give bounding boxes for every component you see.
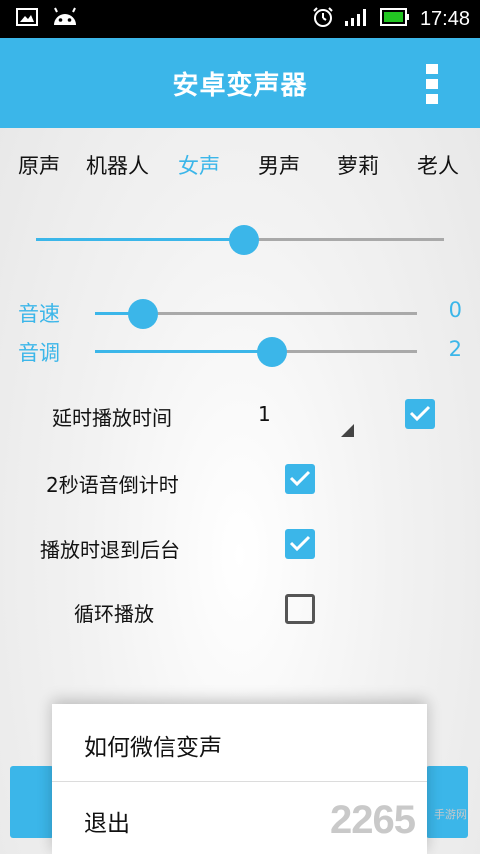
delay-label: 延时播放时间 (52, 406, 172, 430)
delay-checkbox[interactable] (405, 399, 435, 429)
image-notification-icon (16, 8, 38, 30)
countdown-label: 2秒语音倒计时 (46, 473, 179, 497)
clock: 17:48 (419, 7, 470, 30)
voice-slider[interactable] (36, 225, 444, 255)
background-checkbox[interactable] (285, 529, 315, 559)
menu-divider (52, 781, 427, 782)
background-label: 播放时退到后台 (40, 538, 180, 562)
tab-robot[interactable]: 机器人 (86, 150, 149, 180)
watermark-sub: 手游网 (434, 808, 467, 821)
battery-icon (379, 8, 410, 30)
loop-checkbox[interactable] (285, 594, 315, 624)
tab-elder[interactable]: 老人 (417, 150, 459, 180)
tab-loli[interactable]: 萝莉 (337, 150, 379, 180)
overflow-menu-icon[interactable] (426, 64, 440, 104)
app-bar: 安卓变声器 (0, 38, 480, 128)
tab-male[interactable]: 男声 (258, 150, 300, 180)
check-icon (289, 535, 311, 552)
alarm-icon (312, 6, 334, 32)
pitch-value: 2 (448, 337, 462, 361)
menu-item-wechat-voice[interactable]: 如何微信变声 (84, 728, 222, 762)
loop-label: 循环播放 (74, 602, 154, 626)
speed-slider-thumb[interactable] (128, 299, 159, 329)
voice-tabs: 原声 机器人 女声 男声 萝莉 老人 (0, 138, 480, 188)
watermark-number: 2265 (330, 798, 416, 842)
check-icon (289, 470, 311, 487)
record-button[interactable] (10, 766, 54, 838)
tab-original[interactable]: 原声 (18, 150, 60, 180)
menu-item-exit[interactable]: 退出 (84, 804, 130, 838)
voice-slider-fill (36, 238, 245, 241)
spinner-arrow-icon[interactable] (341, 424, 354, 437)
check-icon (409, 405, 431, 422)
pitch-slider-fill (95, 350, 273, 353)
voice-slider-thumb[interactable] (229, 225, 260, 255)
site-watermark: 2265 手游网 (330, 798, 480, 854)
status-bar: 17:48 (0, 0, 480, 38)
speed-value: 0 (448, 298, 462, 322)
tab-female[interactable]: 女声 (178, 150, 220, 180)
speed-slider[interactable] (95, 299, 417, 329)
pitch-slider-thumb[interactable] (257, 337, 288, 367)
speed-label: 音速 (18, 302, 60, 326)
countdown-checkbox[interactable] (285, 464, 315, 494)
signal-icon (344, 7, 370, 31)
android-notification-icon (52, 7, 78, 31)
pitch-label: 音调 (18, 341, 60, 365)
app-title: 安卓变声器 (172, 70, 308, 101)
pitch-slider[interactable] (95, 337, 417, 367)
delay-spinner-value[interactable]: 1 (258, 402, 271, 426)
